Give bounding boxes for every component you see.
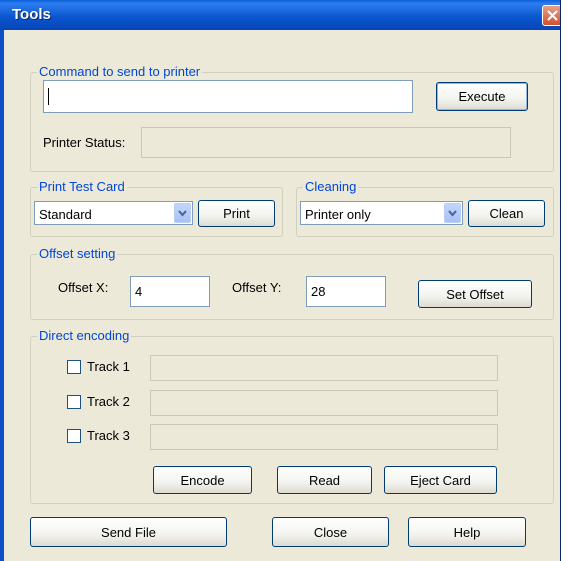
offset-setting-legend: Offset setting: [37, 246, 118, 261]
eject-card-button[interactable]: Eject Card: [384, 466, 497, 494]
track-2-checkbox[interactable]: [67, 395, 81, 409]
printer-status-label: Printer Status:: [43, 135, 126, 150]
track-1-field: [150, 355, 498, 381]
track-3-field: [150, 424, 498, 450]
tools-dialog: Tools Command to send to printer Execute…: [0, 0, 561, 561]
track-3-label: Track 3: [87, 428, 130, 443]
window-left-border: [0, 30, 4, 561]
offset-x-input[interactable]: [130, 276, 210, 307]
command-group-legend: Command to send to printer: [37, 64, 203, 79]
offset-y-input[interactable]: [306, 276, 386, 307]
read-button[interactable]: Read: [277, 466, 372, 494]
clean-button[interactable]: Clean: [468, 200, 545, 227]
test-card-select[interactable]: Standard: [34, 201, 193, 225]
print-test-card-legend: Print Test Card: [37, 179, 127, 194]
window-close-button[interactable]: [542, 5, 560, 26]
track-2-label: Track 2: [87, 394, 130, 409]
print-button[interactable]: Print: [198, 200, 275, 227]
cleaning-select[interactable]: Printer only: [300, 201, 463, 225]
execute-button[interactable]: Execute: [436, 82, 528, 111]
set-offset-button[interactable]: Set Offset: [418, 280, 532, 308]
title-bar[interactable]: Tools: [0, 0, 560, 30]
cleaning-legend: Cleaning: [303, 179, 359, 194]
offset-y-label: Offset Y:: [232, 280, 282, 295]
help-button[interactable]: Help: [408, 517, 526, 547]
close-button[interactable]: Close: [272, 517, 389, 547]
encode-button[interactable]: Encode: [153, 466, 252, 494]
command-input[interactable]: [43, 80, 413, 113]
track-2-field: [150, 390, 498, 416]
track-1-checkbox[interactable]: [67, 360, 81, 374]
track-3-checkbox[interactable]: [67, 429, 81, 443]
chevron-down-icon[interactable]: [444, 203, 461, 223]
window-title: Tools: [12, 6, 51, 23]
printer-status-field: [141, 127, 511, 158]
direct-encoding-legend: Direct encoding: [37, 328, 132, 343]
track-1-label: Track 1: [87, 359, 130, 374]
offset-x-label: Offset X:: [58, 280, 109, 295]
send-file-button[interactable]: Send File: [30, 517, 227, 547]
text-caret: [48, 88, 49, 105]
cleaning-selected-value: Printer only: [305, 207, 371, 222]
chevron-down-icon[interactable]: [174, 203, 191, 223]
test-card-selected-value: Standard: [39, 207, 92, 222]
